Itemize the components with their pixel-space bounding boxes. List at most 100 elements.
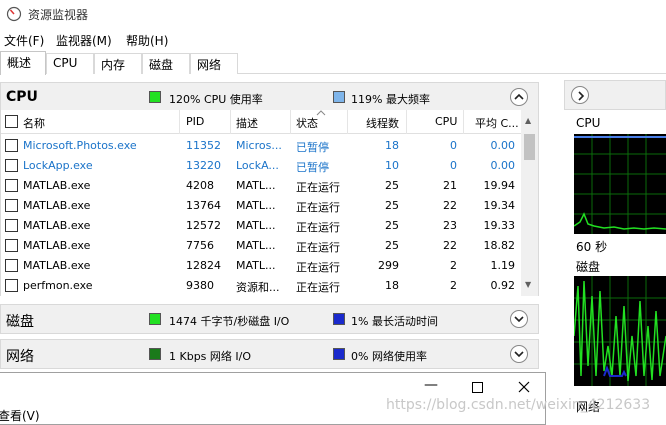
- tab-disk[interactable]: 磁盘: [142, 53, 190, 74]
- process-threads: 18: [385, 279, 399, 292]
- network-io-text: 1 Kbps 网络 I/O: [169, 350, 252, 363]
- process-cpu: 22: [443, 239, 457, 252]
- process-name: MATLAB.exe: [23, 179, 91, 192]
- process-status: 已暂停: [296, 141, 329, 154]
- process-cpu: 0: [450, 139, 457, 152]
- resource-monitor-icon: [6, 6, 22, 22]
- process-description: MATL...: [236, 259, 276, 272]
- table-row[interactable]: MATLAB.exe 7756 MATL... 正在运行 25 22 18.82: [1, 236, 521, 256]
- table-scrollbar[interactable]: ▲ ▼: [521, 110, 538, 296]
- chevron-up-icon: [514, 93, 524, 100]
- process-pid: 13220: [186, 159, 221, 172]
- process-name: MATLAB.exe: [23, 219, 91, 232]
- maximize-icon[interactable]: [472, 382, 483, 393]
- row-checkbox[interactable]: [5, 279, 18, 292]
- expand-graphs-button[interactable]: [571, 86, 589, 104]
- cpu-freq-text: 119% 最大频率: [351, 93, 430, 106]
- process-description: 资源和...: [236, 281, 280, 294]
- process-threads: 25: [385, 239, 399, 252]
- process-threads: 299: [378, 259, 399, 272]
- expand-disk-button[interactable]: [510, 310, 528, 328]
- row-checkbox[interactable]: [5, 239, 18, 252]
- tab-memory[interactable]: 内存: [94, 53, 142, 74]
- col-pid[interactable]: PID: [186, 115, 204, 128]
- process-description: MATL...: [236, 239, 276, 252]
- row-checkbox[interactable]: [5, 259, 18, 272]
- process-name: Microsoft.Photos.exe: [23, 139, 137, 152]
- process-description: MATL...: [236, 199, 276, 212]
- row-checkbox[interactable]: [5, 159, 18, 172]
- tab-overview[interactable]: 概述: [0, 51, 46, 75]
- col-cpu[interactable]: CPU: [435, 115, 457, 128]
- tab-cpu[interactable]: CPU: [46, 53, 94, 74]
- chevron-right-icon: [578, 91, 585, 101]
- table-row[interactable]: Microsoft.Photos.exe 11352 Micros... 已暂停 18 0…: [1, 136, 521, 156]
- disk-graph-label: 磁盘: [576, 260, 601, 274]
- menu-help[interactable]: 帮助(H): [126, 32, 168, 49]
- process-status: 正在运行: [296, 201, 340, 214]
- collapse-cpu-button[interactable]: [510, 88, 528, 106]
- col-description[interactable]: 描述: [236, 115, 258, 131]
- menu-view[interactable]: 查看(V): [0, 407, 40, 424]
- chevron-down-icon: [514, 316, 524, 323]
- col-threads[interactable]: 线程数: [366, 115, 399, 131]
- close-icon[interactable]: [518, 381, 530, 393]
- table-row[interactable]: MATLAB.exe 13764 MATL... 正在运行 25 22 19.34: [1, 196, 521, 216]
- process-pid: 9380: [186, 279, 214, 292]
- process-avg-cpu: 19.33: [483, 219, 516, 232]
- process-threads: 25: [385, 199, 399, 212]
- network-usage-swatch: [333, 348, 345, 360]
- cpu-section-header[interactable]: CPU 120% CPU 使用率 119% 最大频率: [0, 82, 539, 112]
- table-row[interactable]: MATLAB.exe 12824 MATL... 正在运行 299 2 1.19: [1, 256, 521, 276]
- process-name: MATLAB.exe: [23, 199, 91, 212]
- cpu-process-table: 名称 PID 描述 状态 线程数 CPU 平均 C... Microsoft.P…: [0, 110, 539, 296]
- scroll-thumb[interactable]: [524, 134, 535, 160]
- process-pid: 4208: [186, 179, 214, 192]
- table-row[interactable]: perfmon.exe 9380 资源和... 正在运行 18 2 0.92: [1, 276, 521, 296]
- table-row[interactable]: LockApp.exe 13220 LockA... 已暂停 10 0 0.00: [1, 156, 521, 176]
- title-bar: 资源监视器: [0, 0, 666, 28]
- process-status: 正在运行: [296, 281, 340, 294]
- process-status: 正在运行: [296, 221, 340, 234]
- cpu-section-title: CPU: [6, 89, 38, 105]
- disk-section-header[interactable]: 磁盘 1474 千字节/秒磁盘 I/O 1% 最长活动时间: [0, 304, 539, 334]
- process-status: 已暂停: [296, 161, 329, 174]
- row-checkbox[interactable]: [5, 219, 18, 232]
- process-name: MATLAB.exe: [23, 259, 91, 272]
- minimize-icon[interactable]: —: [424, 377, 438, 393]
- disk-io-swatch: [149, 313, 161, 325]
- scroll-down-arrow[interactable]: ▼: [525, 280, 531, 289]
- tab-network[interactable]: 网络: [190, 53, 238, 74]
- col-name[interactable]: 名称: [23, 115, 45, 131]
- menu-monitor[interactable]: 监视器(M): [56, 32, 112, 49]
- cpu-usage-text: 120% CPU 使用率: [169, 93, 263, 106]
- row-checkbox[interactable]: [5, 199, 18, 212]
- process-cpu: 0: [450, 159, 457, 172]
- cpu-usage-swatch: [149, 91, 161, 103]
- row-checkbox[interactable]: [5, 139, 18, 152]
- cpu-graph-plot: [574, 134, 666, 234]
- table-row[interactable]: MATLAB.exe 12572 MATL... 正在运行 25 23 19.33: [1, 216, 521, 236]
- process-cpu: 2: [450, 259, 457, 272]
- process-description: LockA...: [236, 159, 279, 172]
- process-status: 正在运行: [296, 261, 340, 274]
- col-status[interactable]: 状态: [296, 115, 318, 131]
- process-avg-cpu: 19.34: [483, 199, 516, 212]
- menu-bar: 文件(F) 监视器(M) 帮助(H): [0, 28, 666, 50]
- menu-file[interactable]: 文件(F): [4, 32, 44, 49]
- time-span-label: 60 秒: [576, 240, 608, 254]
- network-section-header[interactable]: 网络 1 Kbps 网络 I/O 0% 网络使用率: [0, 339, 539, 369]
- process-pid: 7756: [186, 239, 214, 252]
- expand-network-button[interactable]: [510, 345, 528, 363]
- select-all-checkbox[interactable]: [5, 115, 18, 128]
- process-pid: 11352: [186, 139, 221, 152]
- tab-bar: 概述 CPU 内存 磁盘 网络: [0, 50, 666, 75]
- process-status: 正在运行: [296, 181, 340, 194]
- disk-io-text: 1474 千字节/秒磁盘 I/O: [169, 315, 290, 328]
- window-title: 资源监视器: [28, 8, 89, 22]
- scroll-up-arrow[interactable]: ▲: [525, 116, 531, 125]
- col-avg-cpu[interactable]: 平均 C...: [475, 115, 519, 131]
- table-row[interactable]: MATLAB.exe 4208 MATL... 正在运行 25 21 19.94: [1, 176, 521, 196]
- process-pid: 12572: [186, 219, 221, 232]
- row-checkbox[interactable]: [5, 179, 18, 192]
